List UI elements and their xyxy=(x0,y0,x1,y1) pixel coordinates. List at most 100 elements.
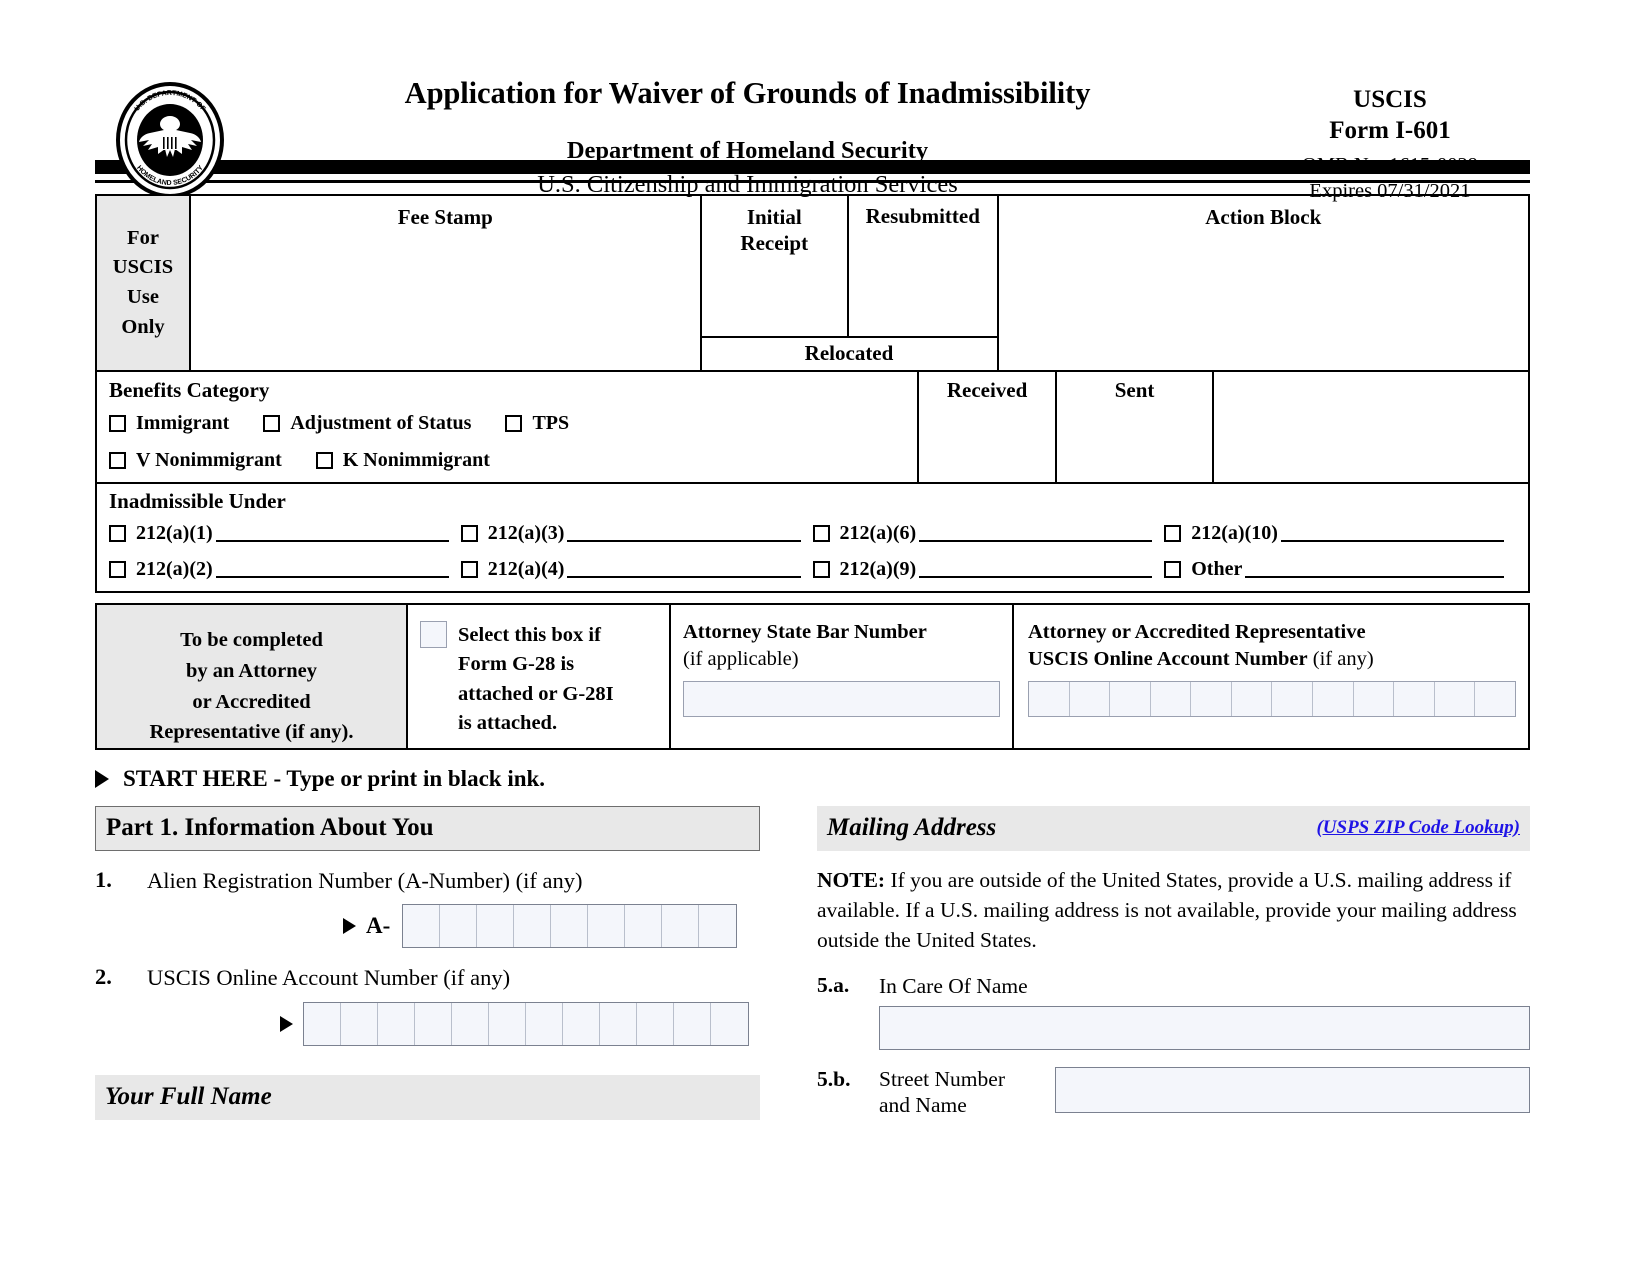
character-cell[interactable] xyxy=(1272,682,1314,717)
action-block-label: Action Block xyxy=(1205,205,1322,229)
inadmissible-under-title: Inadmissible Under xyxy=(109,489,286,513)
character-cell[interactable] xyxy=(711,1003,748,1045)
checkbox-212a6[interactable] xyxy=(812,525,830,542)
inadmissible-item-212a2: 212(a)(2) xyxy=(109,558,461,581)
inadmissible-row-2: 212(a)(2) 212(a)(4) 212(a)(9) Other xyxy=(109,558,1516,581)
department-name: Department of Homeland Security xyxy=(566,136,929,164)
write-in-line-212a3[interactable] xyxy=(567,525,801,542)
benefit-label-tps: TPS xyxy=(532,412,570,434)
character-cell[interactable] xyxy=(662,905,700,948)
character-cell[interactable] xyxy=(415,1003,452,1046)
character-cell[interactable] xyxy=(1070,682,1111,717)
checkbox-212a1[interactable] xyxy=(109,525,126,542)
character-cell[interactable] xyxy=(637,1003,674,1046)
attorney-block: To be completed by an Attorney or Accred… xyxy=(95,603,1530,750)
inadmissible-item-212a9: 212(a)(9) xyxy=(812,558,1165,581)
character-cell[interactable] xyxy=(341,1003,378,1046)
character-cell[interactable] xyxy=(489,1003,526,1046)
relocated-label: Relocated xyxy=(804,341,894,365)
checkbox-other[interactable] xyxy=(1164,561,1182,578)
resubmitted-cell: Resubmitted xyxy=(849,196,997,336)
note-text: If you are outside of the United States,… xyxy=(817,868,1517,953)
write-in-line-212a9[interactable] xyxy=(919,561,1153,578)
character-cell[interactable] xyxy=(477,905,515,948)
benefit-label-immigrant: Immigrant xyxy=(136,412,230,434)
street-number-and-name-input[interactable] xyxy=(1055,1067,1530,1114)
character-cell[interactable] xyxy=(600,1003,637,1046)
character-cell[interactable] xyxy=(526,1003,563,1046)
checkbox-212a9[interactable] xyxy=(812,561,830,578)
note-label: NOTE: xyxy=(817,868,886,892)
receipt-top-row: Initial Receipt Resubmitted xyxy=(702,196,997,336)
character-cell[interactable] xyxy=(1313,682,1354,717)
a-number-row: A- xyxy=(95,904,760,949)
usps-zip-code-lookup-link[interactable]: (USPS ZIP Code Lookup) xyxy=(1316,817,1520,839)
character-cell[interactable] xyxy=(1232,682,1273,717)
attorney-online-account-input[interactable] xyxy=(1028,681,1516,718)
checkbox-adjustment-of-status[interactable] xyxy=(263,415,281,432)
character-cell[interactable] xyxy=(378,1003,415,1046)
character-cell[interactable] xyxy=(440,905,478,948)
checkbox-212a10[interactable] xyxy=(1164,525,1182,542)
right-column: Mailing Address (USPS ZIP Code Lookup) N… xyxy=(817,806,1530,1120)
left-column: Part 1. Information About You 1. Alien R… xyxy=(95,806,760,1121)
character-cell[interactable] xyxy=(1435,682,1476,717)
inadmissible-item-212a3: 212(a)(3) xyxy=(460,522,813,545)
character-cell[interactable] xyxy=(514,905,552,948)
checkbox-212a3[interactable] xyxy=(460,525,478,542)
inadmissible-item-212a1: 212(a)(1) xyxy=(109,522,461,545)
attorney-instruction-line-2: by an Attorney xyxy=(186,659,317,682)
character-cell[interactable] xyxy=(304,1003,341,1046)
dhs-seal-icon: U.S. DEPARTMENT OF HOMELAND SECURITY xyxy=(116,82,224,198)
in-care-of-name-input[interactable] xyxy=(879,1006,1530,1051)
seal-container: U.S. DEPARTMENT OF HOMELAND SECURITY xyxy=(95,58,245,200)
write-in-line-other[interactable] xyxy=(1245,561,1504,578)
character-cell[interactable] xyxy=(1475,682,1515,716)
character-cell[interactable] xyxy=(625,905,663,948)
fee-stamp-label: Fee Stamp xyxy=(397,205,493,229)
write-in-line-212a4[interactable] xyxy=(567,561,801,578)
your-full-name-header: Your Full Name xyxy=(95,1075,760,1121)
inadmissible-item-212a4: 212(a)(4) xyxy=(460,558,813,581)
checkbox-tps[interactable] xyxy=(505,415,523,432)
attorney-instruction-line-1: To be completed xyxy=(180,629,323,651)
uscis-block-row-2: Benefits Category Immigrant Adjustment o… xyxy=(97,370,1528,482)
write-in-line-212a10[interactable] xyxy=(1280,525,1504,542)
action-block-cell: Action Block xyxy=(999,196,1529,370)
triangle-pointer-icon-a-number xyxy=(343,918,356,935)
uscis-online-account-input[interactable] xyxy=(303,1002,749,1047)
received-label: Received xyxy=(946,378,1028,402)
character-cell[interactable] xyxy=(1110,682,1151,717)
write-in-line-212a2[interactable] xyxy=(215,561,449,578)
character-cell[interactable] xyxy=(1191,682,1232,717)
checkbox-k-nonimmigrant[interactable] xyxy=(315,452,333,469)
character-cell[interactable] xyxy=(1354,682,1395,717)
character-cell[interactable] xyxy=(588,905,626,948)
a-number-input[interactable] xyxy=(402,904,738,949)
checkbox-212a4[interactable] xyxy=(460,561,478,578)
checkbox-immigrant[interactable] xyxy=(109,415,126,432)
write-in-line-212a6[interactable] xyxy=(919,525,1153,542)
write-in-line-212a1[interactable] xyxy=(215,525,449,542)
character-cell[interactable] xyxy=(452,1003,489,1046)
attorney-online-label-line-2: USCIS Online Account Number (if any) xyxy=(1028,646,1516,674)
part-1-header: Part 1. Information About You xyxy=(95,806,760,851)
checkbox-212a2[interactable] xyxy=(109,561,126,578)
attorney-state-bar-input[interactable] xyxy=(683,681,1000,718)
benefit-label-v-nonimmigrant: V Nonimmigrant xyxy=(136,449,282,471)
character-cell[interactable] xyxy=(699,905,736,947)
uscis-label: USCIS xyxy=(1353,86,1427,113)
question-2: 2. USCIS Online Account Number (if any) xyxy=(95,964,760,992)
label-other: Other xyxy=(1191,558,1243,580)
character-cell[interactable] xyxy=(563,1003,600,1046)
label-212a4: 212(a)(4) xyxy=(487,558,565,580)
character-cell[interactable] xyxy=(1151,682,1192,717)
character-cell[interactable] xyxy=(674,1003,711,1046)
character-cell[interactable] xyxy=(551,905,589,948)
mailing-address-title: Mailing Address xyxy=(827,814,997,841)
checkbox-g28-attached[interactable] xyxy=(420,621,447,648)
character-cell[interactable] xyxy=(1029,682,1070,717)
character-cell[interactable] xyxy=(403,905,441,948)
checkbox-v-nonimmigrant[interactable] xyxy=(109,452,126,469)
character-cell[interactable] xyxy=(1394,682,1435,717)
